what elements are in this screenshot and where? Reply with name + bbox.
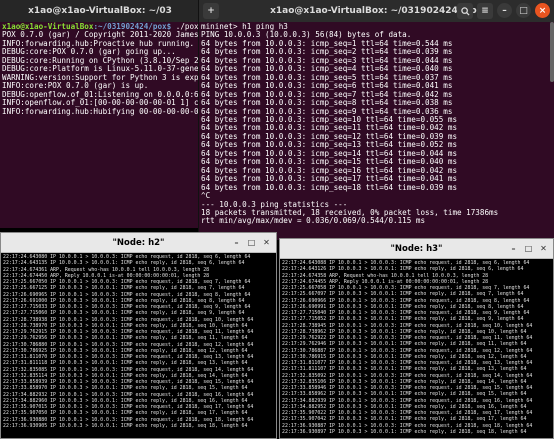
terminal-line: 22:17:24.643135 IP 10.0.0.3 > 10.0.0.1: …: [3, 260, 245, 267]
terminal-line: 22:17:36.930905 IP 10.0.0.3 > 10.0.0.1: …: [3, 422, 248, 429]
terminal-line: 22:17:30.786887 IP 10.0.0.1 > 10.0.0.3: …: [282, 347, 533, 354]
terminal-line: 22:17:33.858970 IP 10.0.0.3 > 10.0.0.1: …: [3, 385, 248, 392]
search-icon[interactable]: [457, 3, 473, 19]
mininet-terminal-output[interactable]: mininet> h1 ping h3 PING 10.0.0.3 (10.0.0…: [199, 22, 554, 240]
xterm-h3-title: "Node: h3": [390, 243, 443, 254]
terminal-line: 22:17:28.738938 IP 10.0.0.1 > 10.0.0.3: …: [3, 316, 254, 323]
plus-icon[interactable]: +: [203, 3, 219, 19]
minimize-icon[interactable]: –: [497, 3, 512, 18]
terminal-line: 22:17:36.930897 IP 10.0.0.3 > 10.0.0.1: …: [282, 428, 527, 435]
terminal-line: 22:17:29.762956 IP 10.0.0.3 > 10.0.0.1: …: [3, 335, 248, 342]
pox-terminal-titlebar[interactable]: x1ao@x1ao-VirtualBox: ~/03: [0, 0, 200, 22]
close-icon[interactable]: ✕: [537, 242, 550, 255]
terminal-line: 22:17:32.835092 IP 10.0.0.1 > 10.0.0.3: …: [282, 372, 533, 379]
terminal-line: 22:17:28.738945 IP 10.0.0.1 > 10.0.0.3: …: [282, 322, 533, 329]
pox-terminal-title: x1ao@x1ao-VirtualBox: ~/03: [28, 6, 172, 16]
xterm-h3-output[interactable]: 22:17:24.643088 IP 10.0.0.1 > 10.0.0.3: …: [280, 259, 553, 438]
terminal-line: 22:17:25.667125 IP 10.0.0.3 > 10.0.0.1: …: [3, 285, 245, 292]
maximize-icon[interactable]: □: [245, 236, 258, 249]
terminal-line: INFO:forwarding.hub:Hubifying 00-00-00-0…: [2, 106, 200, 116]
mininet-terminal-window[interactable]: + x1ao@x1ao-VirtualBox: ~/031902424/lab5…: [198, 0, 554, 240]
close-icon[interactable]: ✕: [260, 236, 273, 249]
terminal-line: 22:17:27.715052 IP 10.0.0.3 > 10.0.0.1: …: [282, 316, 524, 323]
terminal-line: 22:17:36.930887 IP 10.0.0.1 > 10.0.0.3: …: [282, 422, 533, 429]
minimize-icon[interactable]: –: [507, 242, 520, 255]
terminal-line: 22:17:25.667097 IP 10.0.0.3 > 10.0.0.1: …: [282, 291, 524, 298]
terminal-line: 22:17:30.786880 IP 10.0.0.1 > 10.0.0.3: …: [3, 341, 254, 348]
pox-log-lines: POX 0.7.0 (gar) / Copyright 2011-2020 Ja…: [2, 30, 200, 116]
terminal-line: 64 bytes from 10.0.0.3: icmp_seq=18 ttl=…: [201, 182, 458, 192]
pox-terminal-window[interactable]: x1ao@x1ao-VirtualBox: ~/03 x1ao@x1ao-Vir…: [0, 0, 200, 228]
terminal-line: 22:17:35.907042 IP 10.0.0.3 > 10.0.0.1: …: [282, 416, 527, 423]
scrollbar[interactable]: [550, 22, 554, 82]
terminal-line: 22:17:34.882939 IP 10.0.0.1 > 10.0.0.3: …: [282, 397, 533, 404]
hamburger-menu-icon[interactable]: ≡: [477, 3, 493, 19]
xterm-node-h3-window[interactable]: "Node: h3" – □ ✕ 22:17:24.643088 IP 10.0…: [279, 238, 554, 439]
terminal-line: 22:17:27.715060 IP 10.0.0.3 > 10.0.0.1: …: [3, 310, 245, 317]
maximize-icon[interactable]: □: [516, 3, 531, 18]
maximize-icon[interactable]: □: [522, 242, 535, 255]
xterm-h2-title: "Node: h2": [112, 237, 165, 248]
terminal-line: 22:17:24.643126 IP 10.0.0.3 > 10.0.0.1: …: [282, 266, 524, 273]
terminal-line: 22:17:26.690966 IP 10.0.0.1 > 10.0.0.3: …: [282, 297, 530, 304]
xterm-h3-titlebar[interactable]: "Node: h3" – □ ✕: [280, 239, 553, 259]
terminal-line: 22:17:31.811118 IP 10.0.0.3 > 10.0.0.1: …: [3, 360, 248, 367]
mininet-terminal-title: x1ao@x1ao-VirtualBox: ~/031902424/lab5: [270, 6, 483, 16]
minimize-icon[interactable]: –: [230, 236, 243, 249]
xterm-h2-titlebar[interactable]: "Node: h2" – □ ✕: [1, 233, 276, 253]
close-icon[interactable]: ×: [535, 3, 550, 18]
pox-terminal-output[interactable]: x1ao@x1ao-VirtualBox:~/031902424/pox$ ./…: [0, 22, 200, 228]
mininet-terminal-titlebar[interactable]: + x1ao@x1ao-VirtualBox: ~/031902424/lab5…: [199, 0, 554, 22]
terminal-line: 22:17:36.930880 IP 10.0.0.1 > 10.0.0.3: …: [3, 416, 254, 423]
terminal-line: 22:17:29.762946 IP 10.0.0.3 > 10.0.0.1: …: [282, 341, 527, 348]
terminal-line: 22:17:31.811107 IP 10.0.0.3 > 10.0.0.1: …: [282, 366, 527, 373]
terminal-line: 22:17:26.690965 IP 10.0.0.1 > 10.0.0.3: …: [3, 291, 251, 298]
xterm-h2-output[interactable]: 22:17:24.643080 IP 10.0.0.1 > 10.0.0.3: …: [1, 253, 276, 438]
terminal-line: rtt min/avg/max/mdev = 0.036/0.069/0.544…: [201, 216, 426, 226]
xterm-node-h2-window[interactable]: "Node: h2" – □ ✕ 22:17:24.643080 IP 10.0…: [0, 232, 277, 439]
terminal-line: 22:17:35.907050 IP 10.0.0.3 > 10.0.0.1: …: [3, 410, 248, 417]
terminal-line: 22:17:33.858962 IP 10.0.0.3 > 10.0.0.1: …: [282, 391, 527, 398]
terminal-line: 22:17:32.835085 IP 10.0.0.1 > 10.0.0.3: …: [3, 366, 254, 373]
terminal-line: 22:17:34.882932 IP 10.0.0.1 > 10.0.0.3: …: [3, 391, 254, 398]
